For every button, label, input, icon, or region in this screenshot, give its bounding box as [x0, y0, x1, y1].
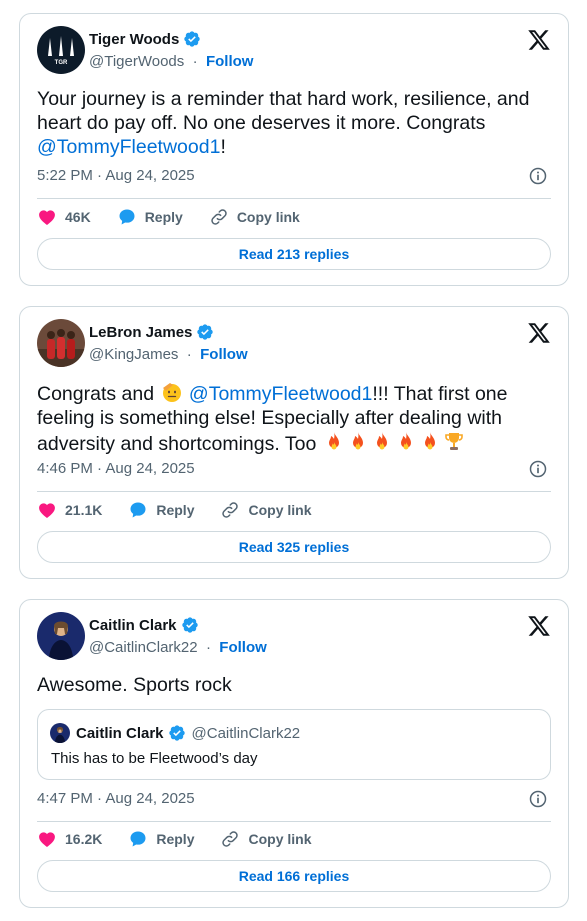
author-handle[interactable]: @KingJames — [89, 346, 178, 363]
like-button[interactable]: 46K — [37, 207, 91, 227]
divider — [37, 198, 551, 199]
like-count: 21.1K — [65, 502, 103, 518]
action-bar: 16.2K Reply Copy link — [37, 827, 551, 851]
author-name[interactable]: Caitlin Clark — [89, 617, 177, 634]
like-button[interactable]: 16.2K — [37, 829, 102, 849]
reply-bubble-icon — [130, 831, 146, 847]
timestamp[interactable]: 4:47 PM · Aug 24, 2025 — [37, 790, 195, 807]
x-logo-icon[interactable] — [527, 28, 551, 52]
timestamp[interactable]: 5:22 PM · Aug 24, 2025 — [37, 167, 195, 184]
mention-link[interactable]: @TommyFleetwood1 — [37, 136, 220, 158]
reply-label: Reply — [144, 209, 183, 225]
verified-badge-icon — [168, 725, 185, 741]
read-replies-button[interactable]: Read 166 replies — [37, 860, 551, 892]
avatar[interactable] — [37, 319, 85, 367]
heart-icon — [39, 832, 55, 848]
tweet-card-lebron-james: LeBron James @KingJames · Follow Congrat… — [19, 306, 569, 579]
follow-button[interactable]: Follow — [200, 346, 248, 363]
heart-icon — [39, 210, 55, 226]
separator-dot: · — [201, 639, 216, 656]
copy-link-button[interactable]: Copy link — [220, 500, 312, 520]
salute-emoji — [162, 383, 181, 402]
reply-label: Reply — [156, 831, 195, 847]
quote-avatar — [50, 723, 70, 743]
info-icon[interactable] — [528, 459, 548, 479]
copy-link-button[interactable]: Copy link — [220, 829, 312, 849]
tweet-header: Caitlin Clark @CaitlinClark22 · Follow — [37, 612, 551, 660]
tweet-text: Congrats and @TommyFleetwood1!!! That fi… — [37, 380, 551, 456]
author-handle[interactable]: @CaitlinClark22 — [89, 639, 198, 656]
copy-link-label: Copy link — [248, 502, 312, 518]
author-name[interactable]: LeBron James — [89, 324, 192, 341]
verified-badge-icon — [197, 324, 214, 340]
quote-author-name: Caitlin Clark — [76, 724, 164, 742]
verified-badge-icon — [184, 31, 200, 47]
avatar-logo-text: TGR — [55, 60, 68, 66]
tweet-card-caitlin-clark: Caitlin Clark @CaitlinClark22 · Follow A… — [19, 599, 569, 908]
verified-badge-icon — [181, 617, 198, 633]
follow-button[interactable]: Follow — [206, 53, 254, 70]
reply-button[interactable]: Reply — [128, 500, 194, 520]
reply-label: Reply — [156, 502, 195, 518]
author-name[interactable]: Tiger Woods — [89, 31, 179, 48]
copy-link-label: Copy link — [236, 209, 300, 225]
copy-link-icon — [211, 209, 227, 225]
fire-emoji — [400, 432, 411, 450]
tweet-text-main: Your journey is a reminder that hard wor… — [37, 88, 530, 134]
tweet-text: Your journey is a reminder that hard wor… — [37, 87, 551, 159]
x-logo-icon[interactable] — [527, 614, 551, 638]
fire-emoji — [328, 432, 339, 450]
action-bar: 21.1K Reply Copy link — [37, 498, 551, 522]
tweet-header: TGR Tiger Woods @TigerWoods · Follow — [37, 26, 551, 74]
reply-button[interactable]: Reply — [128, 829, 194, 849]
copy-link-button[interactable]: Copy link — [209, 207, 300, 227]
author-handle[interactable]: @TigerWoods — [89, 53, 184, 70]
read-replies-button[interactable]: Read 213 replies — [37, 238, 551, 270]
avatar[interactable] — [37, 612, 85, 660]
mention-link[interactable]: @TommyFleetwood1 — [189, 383, 372, 405]
tweet-text: Awesome. Sports rock — [37, 674, 232, 696]
tweet-card-tiger-woods: TGR Tiger Woods @TigerWoods · Follow You… — [19, 13, 569, 286]
reply-bubble-icon — [119, 209, 135, 225]
info-icon[interactable] — [528, 166, 548, 186]
like-count: 46K — [65, 209, 91, 225]
reply-bubble-icon — [130, 502, 146, 518]
heart-icon — [39, 503, 55, 519]
separator-dot: · — [188, 53, 202, 70]
fire-emoji — [376, 432, 387, 450]
separator-dot: · — [182, 346, 196, 363]
reply-button[interactable]: Reply — [117, 207, 183, 227]
fire-emoji — [352, 432, 363, 450]
copy-link-label: Copy link — [248, 831, 312, 847]
divider — [37, 821, 551, 822]
timestamp[interactable]: 4:46 PM · Aug 24, 2025 — [37, 460, 195, 477]
trophy-emoji — [444, 433, 463, 450]
avatar[interactable]: TGR — [37, 26, 85, 74]
copy-link-icon — [222, 831, 239, 847]
info-icon[interactable] — [528, 789, 548, 809]
copy-link-icon — [222, 502, 239, 518]
quote-text: This has to be Fleetwood’s day — [51, 750, 258, 767]
tweet-header: LeBron James @KingJames · Follow — [37, 319, 551, 367]
quoted-tweet[interactable]: Caitlin Clark @CaitlinClark22 This has t… — [37, 709, 551, 780]
x-logo-icon[interactable] — [527, 321, 551, 345]
like-count: 16.2K — [65, 831, 103, 847]
quote-author-handle: @CaitlinClark22 — [191, 724, 301, 742]
divider — [37, 491, 551, 492]
tweet-text-part1: Congrats and — [37, 383, 160, 405]
tweet-text-end: ! — [220, 136, 226, 158]
like-button[interactable]: 21.1K — [37, 500, 102, 520]
fire-emoji — [424, 432, 435, 450]
follow-button[interactable]: Follow — [219, 639, 267, 656]
read-replies-button[interactable]: Read 325 replies — [37, 531, 551, 563]
action-bar: 46K Reply Copy link — [37, 205, 551, 229]
